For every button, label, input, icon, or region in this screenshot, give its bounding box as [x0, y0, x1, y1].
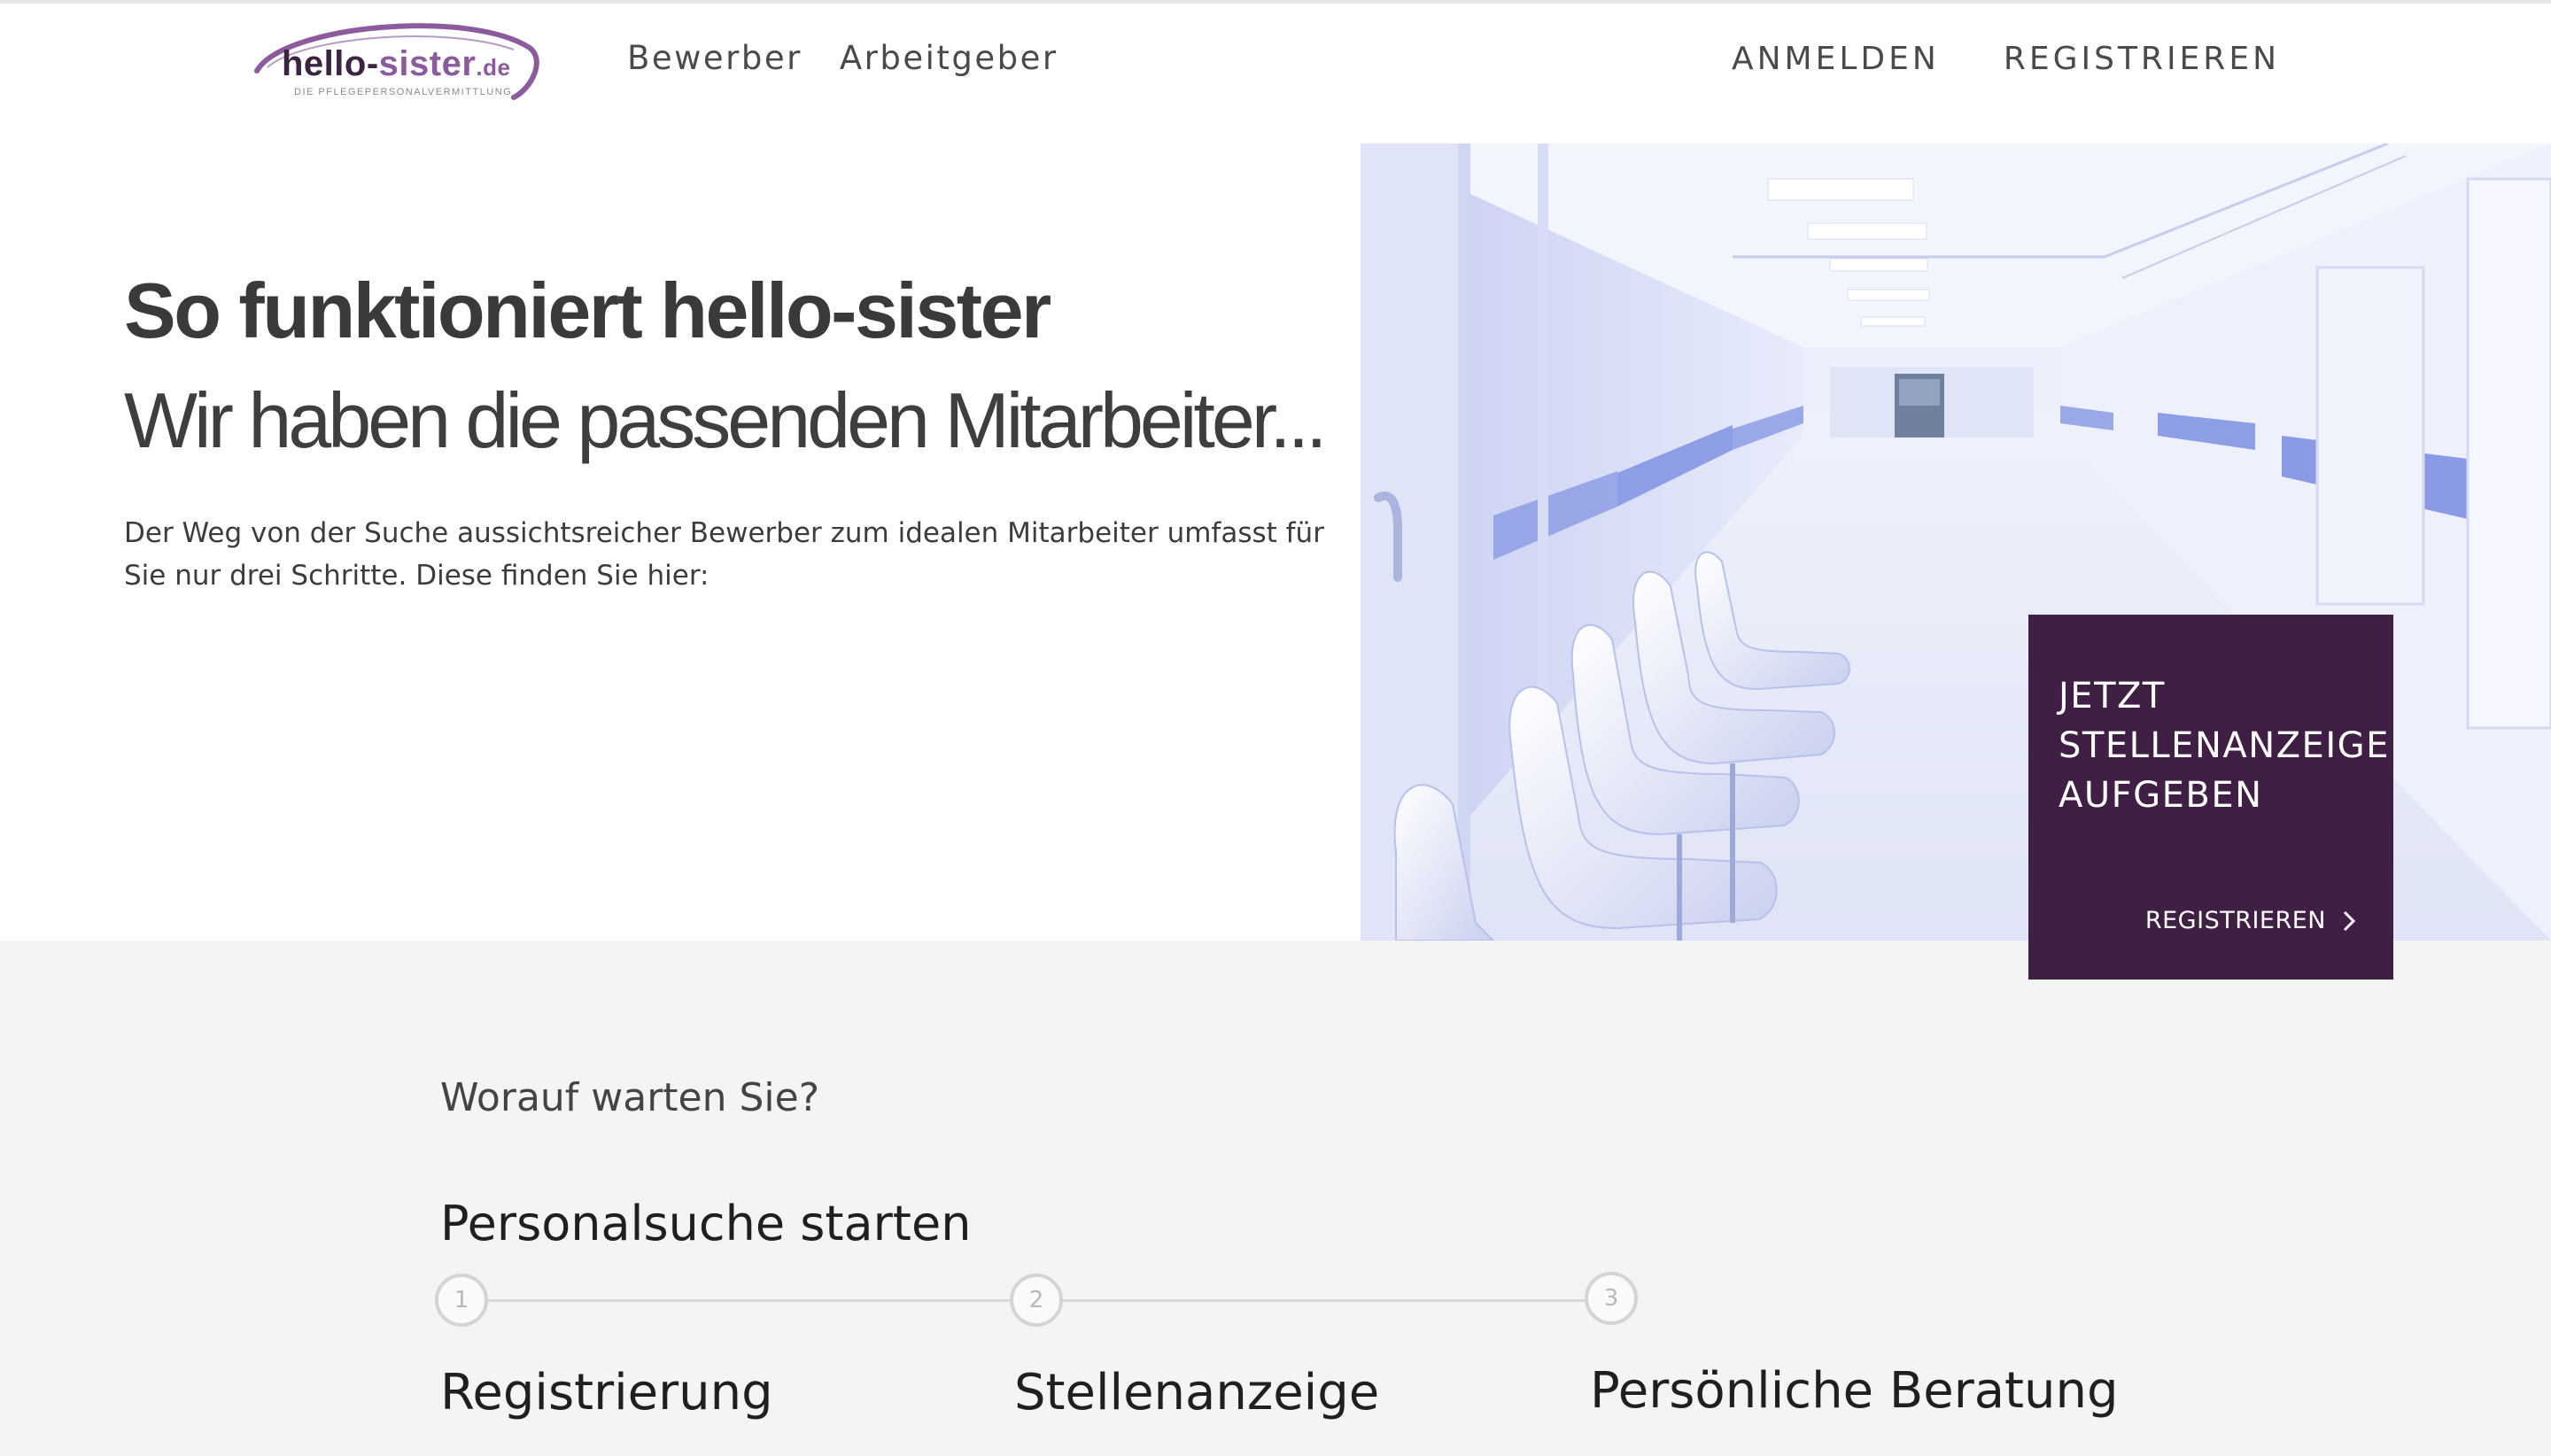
post-job-card: JETZT STELLENANZEIGE AUFGEBEN REGISTRIER…	[2028, 615, 2393, 980]
step-3-circle: 3	[1585, 1272, 1638, 1325]
logo-tagline: DIE PFLEGEPERSONALVERMITTLUNG	[294, 87, 513, 97]
hero-subtitle: Wir haben die passenden Mitarbeiter...	[124, 376, 1328, 464]
logo-wordmark: hello-sister.de	[282, 44, 511, 83]
step-2-circle: 2	[1010, 1274, 1063, 1327]
cta-register-link[interactable]: REGISTRIEREN	[2145, 907, 2356, 934]
step-1-circle: 1	[435, 1274, 488, 1327]
chevron-right-icon	[2343, 910, 2356, 931]
main-nav: Bewerber Arbeitgeber	[627, 39, 1058, 77]
site-header: hello-sister.de DIE PFLEGEPERSONALVERMIT…	[0, 4, 2551, 143]
login-link[interactable]: ANMELDEN	[1732, 41, 1940, 77]
post-job-title: JETZT STELLENANZEIGE AUFGEBEN	[2059, 676, 2390, 816]
account-nav: ANMELDEN REGISTRIEREN	[1732, 41, 2280, 77]
logo[interactable]: hello-sister.de DIE PFLEGEPERSONALVERMIT…	[248, 16, 549, 101]
section-kicker: Worauf warten Sie?	[440, 1075, 820, 1120]
nav-link-arbeitgeber[interactable]: Arbeitgeber	[840, 39, 1058, 77]
hero-title: So funktioniert hello-sister	[124, 267, 1051, 354]
hero-description: Der Weg von der Suche aussichtsreicher B…	[124, 517, 1324, 592]
step-1-label: Registrierung	[440, 1364, 773, 1421]
register-link[interactable]: REGISTRIEREN	[2004, 41, 2280, 77]
section-title: Personalsuche starten	[440, 1196, 972, 1251]
step-3-label: Persönliche Beratung	[1590, 1362, 2119, 1420]
step-2-label: Stellenanzeige	[1014, 1364, 1380, 1421]
nav-link-bewerber[interactable]: Bewerber	[627, 39, 803, 77]
steps-section: Worauf warten Sie? Personalsuche starten…	[0, 941, 2551, 1456]
hero-text: So funktioniert hello-sister Wir haben d…	[124, 266, 1329, 597]
cta-register-label: REGISTRIEREN	[2144, 907, 2326, 934]
